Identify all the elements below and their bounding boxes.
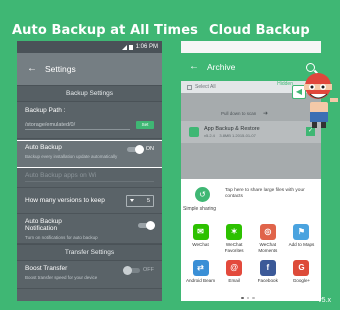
backup-path-row: Backup Path : /storage/emulated/0/ Set — [17, 102, 162, 139]
status-bar: 1:06 PM — [17, 41, 162, 53]
page-indicator — [241, 296, 255, 299]
auto-backup-desc: Backup every installation update automat… — [25, 154, 118, 159]
share-target-facebook[interactable]: f Facebook — [252, 260, 283, 284]
mascot-character — [304, 73, 338, 128]
share-target-grid: ✉ WeChat ✶ WeChat Favorites ◎ WeChat Moments ⚑… — [185, 224, 317, 291]
versions-row: How many versions to keep 5 — [17, 188, 162, 214]
simple-sharing-label: Simple sharing — [183, 206, 217, 212]
facebook-icon: f — [259, 260, 276, 276]
share-target-email[interactable]: @ Email — [219, 260, 250, 284]
share-target-row: ✉ WeChat ✶ WeChat Favorites ◎ WeChat Moments ⚑… — [185, 224, 317, 253]
back-arrow-icon[interactable]: ← — [189, 62, 199, 72]
auto-backup-wifi-row: Auto Backup apps on Wi — [17, 168, 162, 188]
share-hint: Tap here to share large files with your … — [225, 188, 305, 199]
notification-toggle[interactable] — [138, 221, 155, 230]
wechat-icon: ✉ — [192, 224, 209, 240]
settings-screen: 1:06 PM ← Settings Backup Settings Backu… — [17, 41, 162, 301]
settings-toolbar: ← Settings — [17, 53, 162, 85]
simple-share-icon[interactable]: ↺ — [195, 187, 210, 202]
section-backup-settings: Backup Settings — [17, 85, 162, 102]
wechat-moments-icon: ◎ — [259, 224, 276, 240]
share-target-wechat[interactable]: ✉ WeChat — [185, 224, 216, 253]
versions-select[interactable]: 5 — [126, 194, 154, 207]
headline-cloud-backup: Cloud Backup — [209, 23, 310, 38]
auto-backup-wifi-label: Auto Backup apps on Wi — [25, 172, 97, 179]
boost-desc: Boost transfer speed for your device — [25, 275, 98, 280]
toggle-knob — [123, 265, 132, 275]
auto-backup-toggle[interactable]: ON — [126, 144, 154, 154]
share-target-label: WeChat Moments — [258, 242, 278, 253]
select-all-label: Select All — [195, 84, 216, 90]
auto-backup-row[interactable]: Auto Backup Backup every installation up… — [17, 140, 162, 168]
notify-title: Auto Backup Notification — [25, 218, 62, 232]
share-target-label: Google+ — [292, 278, 311, 283]
hidden-label: Hidden — [277, 81, 293, 87]
maps-icon: ⚑ — [293, 224, 310, 240]
set-path-button[interactable]: Set — [136, 121, 154, 129]
version-label: v5.x — [318, 297, 331, 304]
app-meta: v5.2.4 3.8MB 1.2015-01-07 — [204, 133, 256, 138]
app-name: App Backup & Restore — [204, 126, 260, 132]
pull-hint: Pull down to scan — [221, 111, 257, 116]
share-target-google-plus[interactable]: G Google+ — [286, 260, 317, 284]
toggle-knob — [146, 221, 155, 230]
toggle-state-label: OFF — [143, 267, 154, 273]
back-arrow-icon[interactable]: ← — [27, 64, 37, 74]
share-target-label: WeChat — [192, 242, 209, 247]
share-sheet: ↺ Simple sharing Tap here to share large… — [181, 179, 321, 301]
versions-label: How many versions to keep — [25, 197, 105, 204]
share-target-wechat-favorites[interactable]: ✶ WeChat Favorites — [219, 224, 250, 253]
share-target-label: Add to Maps — [288, 242, 315, 247]
share-target-maps[interactable]: ⚑ Add to Maps — [286, 224, 317, 253]
battery-icon — [128, 44, 133, 50]
dropdown-caret-icon — [130, 199, 134, 202]
share-target-wechat-moments[interactable]: ◎ WeChat Moments — [252, 224, 283, 253]
share-target-label: WeChat Favorites — [224, 242, 244, 253]
select-all-checkbox[interactable] — [187, 84, 192, 90]
status-time: 1:06 PM — [135, 44, 158, 50]
wechat-favorites-icon: ✶ — [226, 224, 243, 240]
share-target-label: Android Beam — [185, 278, 216, 283]
hint-arrow-icon: ➜ — [263, 111, 269, 117]
notify-desc: Turn on notifications for auto backup — [25, 235, 98, 240]
signal-icon — [121, 44, 127, 50]
section-transfer-settings: Transfer Settings — [17, 244, 162, 261]
backup-path-label: Backup Path : — [25, 107, 66, 114]
share-target-label: Facebook — [257, 278, 278, 283]
email-icon: @ — [226, 260, 243, 276]
backup-path-input[interactable]: /storage/emulated/0/ — [25, 120, 130, 130]
toolbar-title: Settings — [45, 64, 76, 74]
search-icon[interactable] — [306, 62, 315, 72]
boost-transfer-row[interactable]: Boost Transfer Boost transfer speed for … — [17, 261, 162, 289]
boost-toggle[interactable]: OFF — [123, 265, 154, 275]
share-target-android-beam[interactable]: ⇄ Android Beam — [185, 260, 216, 284]
app-icon — [189, 127, 199, 137]
share-target-label: Email — [228, 278, 240, 283]
toggle-state-label: ON — [145, 146, 154, 152]
share-target-row: ⇄ Android Beam @ Email f Facebook G Google+ — [185, 260, 317, 284]
versions-value: 5 — [146, 197, 150, 204]
app-checkbox[interactable]: ✓ — [306, 127, 315, 136]
android-beam-icon: ⇄ — [192, 260, 209, 276]
notification-row[interactable]: Auto Backup Notification Turn on notific… — [17, 214, 162, 244]
status-icons — [121, 44, 133, 50]
toggle-knob — [134, 144, 144, 154]
headline-auto-backup: Auto Backup at All Times — [12, 23, 198, 38]
toolbar-title: Archive — [207, 62, 236, 72]
google-plus-icon: G — [293, 260, 310, 276]
